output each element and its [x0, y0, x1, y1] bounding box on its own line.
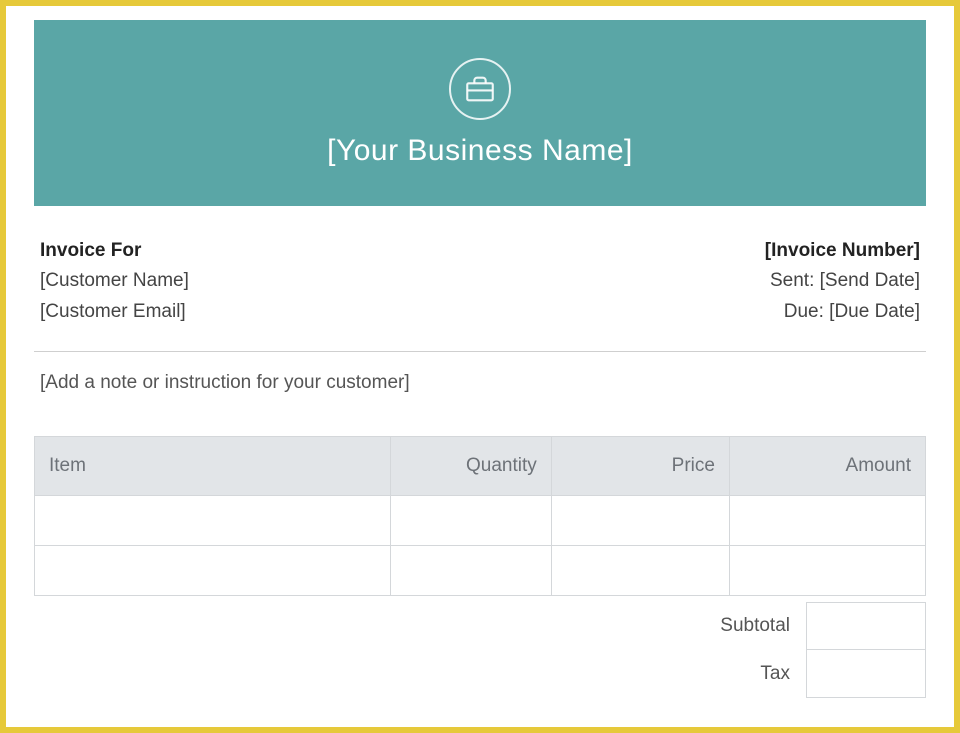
due-label: Due: [784, 301, 824, 322]
col-quantity: Quantity [391, 437, 551, 496]
customer-email[interactable]: [Customer Email] [40, 297, 189, 327]
tax-row: Tax [626, 650, 926, 698]
cell-quantity[interactable] [391, 496, 551, 546]
table-row[interactable] [35, 496, 926, 546]
invoice-number[interactable]: [Invoice Number] [765, 236, 920, 266]
subtotal-label: Subtotal [626, 615, 806, 637]
business-name[interactable]: [Your Business Name] [327, 134, 633, 168]
cell-quantity[interactable] [391, 546, 551, 596]
cell-item[interactable] [35, 496, 391, 546]
table-header-row: Item Quantity Price Amount [35, 437, 926, 496]
customer-name[interactable]: [Customer Name] [40, 266, 189, 296]
col-item: Item [35, 437, 391, 496]
subtotal-value[interactable] [806, 602, 926, 650]
customer-note[interactable]: [Add a note or instruction for your cust… [34, 352, 926, 394]
sent-label: Sent: [770, 270, 814, 291]
cell-amount[interactable] [729, 546, 925, 596]
invoice-meta: Invoice For [Customer Name] [Customer Em… [34, 206, 926, 327]
invoice-details: [Invoice Number] Sent: [Send Date] Due: … [765, 236, 920, 327]
totals: Subtotal Tax [34, 602, 926, 698]
invoice-for-label: Invoice For [40, 236, 189, 266]
col-amount: Amount [729, 437, 925, 496]
tax-label: Tax [626, 663, 806, 685]
line-items-section: Item Quantity Price Amount [34, 436, 926, 698]
cell-price[interactable] [551, 496, 729, 546]
due-row: Due: [Due Date] [765, 297, 920, 327]
subtotal-row: Subtotal [626, 602, 926, 650]
banner: [Your Business Name] [34, 20, 926, 206]
due-date[interactable]: [Due Date] [829, 301, 920, 322]
sent-date[interactable]: [Send Date] [820, 270, 920, 291]
briefcase-icon [449, 58, 511, 120]
line-items-table: Item Quantity Price Amount [34, 436, 926, 596]
cell-price[interactable] [551, 546, 729, 596]
invoice-template: [Your Business Name] Invoice For [Custom… [6, 6, 954, 727]
cell-amount[interactable] [729, 496, 925, 546]
cell-item[interactable] [35, 546, 391, 596]
bill-to: Invoice For [Customer Name] [Customer Em… [40, 236, 189, 327]
col-price: Price [551, 437, 729, 496]
tax-value[interactable] [806, 650, 926, 698]
sent-row: Sent: [Send Date] [765, 266, 920, 296]
table-row[interactable] [35, 546, 926, 596]
